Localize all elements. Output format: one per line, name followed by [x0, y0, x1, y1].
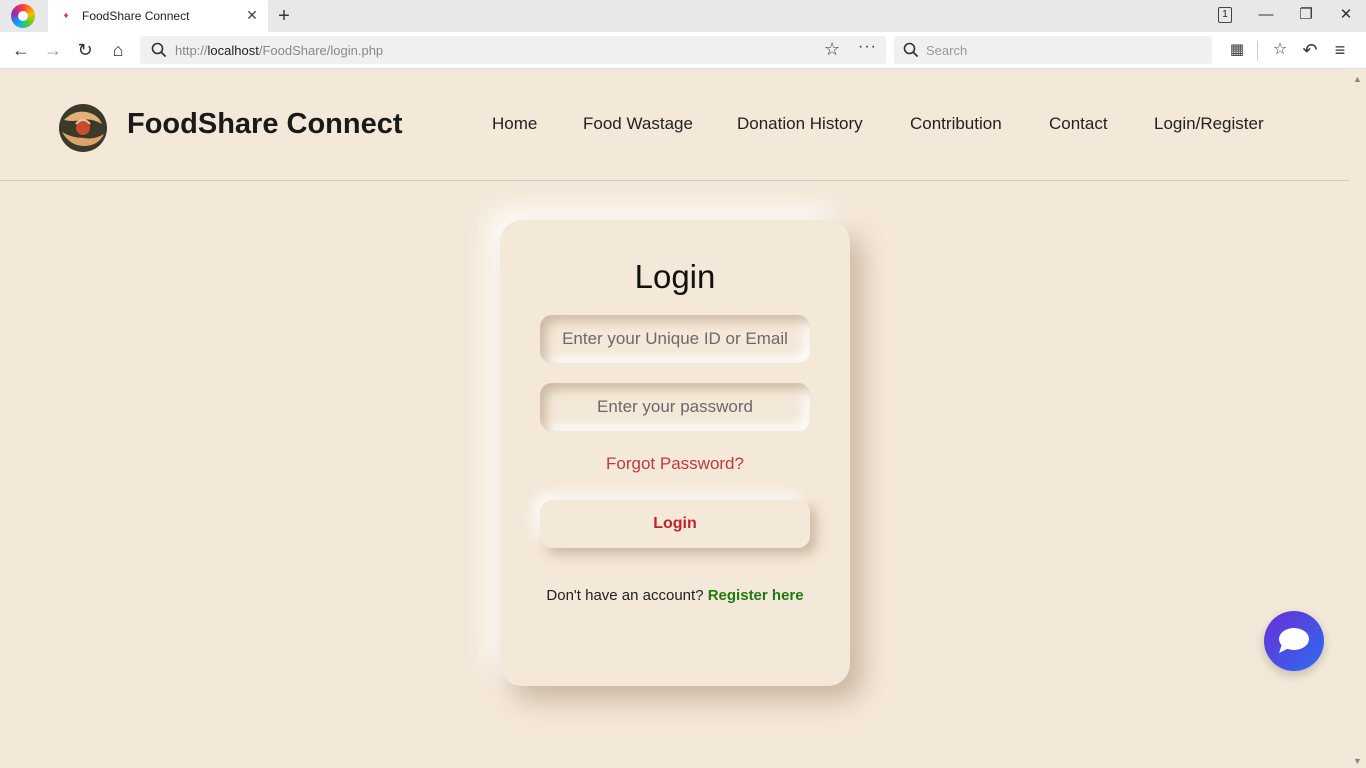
- page-content: FoodShare Connect Home Food Wastage Dona…: [0, 70, 1349, 768]
- more-options-icon[interactable]: ···: [858, 38, 877, 56]
- home-icon[interactable]: ⌂: [106, 38, 130, 62]
- password-input[interactable]: [540, 383, 810, 431]
- nav-login-register[interactable]: Login/Register: [1154, 114, 1264, 134]
- login-title: Login: [634, 258, 716, 295]
- search-icon: [903, 42, 919, 58]
- browser-navbar: ← → ↻ ⌂ http://localhost/FoodShare/login…: [0, 32, 1366, 69]
- url-text[interactable]: http://localhost/FoodShare/login.php: [175, 43, 383, 58]
- restore-icon[interactable]: ❐: [1294, 4, 1318, 26]
- chat-button[interactable]: [1264, 611, 1324, 671]
- undo-icon[interactable]: ↶: [1298, 38, 1322, 62]
- nav-food-wastage[interactable]: Food Wastage: [583, 114, 693, 134]
- register-link[interactable]: Register here: [708, 587, 804, 604]
- bookmark-star-icon[interactable]: ☆: [824, 39, 840, 60]
- back-icon[interactable]: ←: [9, 38, 33, 62]
- menu-icon[interactable]: ≡: [1328, 38, 1352, 62]
- login-card: Login Forgot Password? Login Don't have …: [500, 220, 850, 686]
- browser-search-bar[interactable]: Search: [894, 36, 1212, 64]
- chat-bubble-icon: [1279, 628, 1309, 653]
- tab-favicon-icon: ♦: [63, 10, 69, 20]
- tab-count-badge[interactable]: 1: [1218, 7, 1232, 23]
- nav-contact[interactable]: Contact: [1049, 114, 1108, 134]
- reload-icon[interactable]: ↻: [73, 38, 97, 62]
- close-window-icon[interactable]: ✕: [1334, 4, 1358, 26]
- browser-logo-icon[interactable]: [11, 4, 35, 28]
- address-bar[interactable]: http://localhost/FoodShare/login.php ☆ ·…: [140, 36, 886, 64]
- register-line: Don't have an account? Register here: [500, 587, 850, 604]
- forgot-password-link[interactable]: Forgot Password?: [500, 454, 850, 474]
- favorites-icon[interactable]: ☆: [1268, 38, 1292, 62]
- minimize-icon[interactable]: —: [1254, 4, 1278, 26]
- browser-tab[interactable]: ♦ FoodShare Connect ✕: [48, 0, 268, 32]
- search-icon: [151, 42, 167, 58]
- no-account-text: Don't have an account?: [546, 587, 704, 604]
- nav-contribution[interactable]: Contribution: [910, 114, 1002, 134]
- forward-icon[interactable]: →: [41, 38, 65, 62]
- tab-close-icon[interactable]: ✕: [244, 7, 260, 23]
- tab-title: FoodShare Connect: [82, 9, 190, 23]
- scroll-up-icon[interactable]: ▲: [1353, 74, 1362, 84]
- page-scrollbar[interactable]: ▲ ▼: [1349, 70, 1366, 768]
- new-tab-icon[interactable]: +: [274, 5, 294, 27]
- apps-grid-icon[interactable]: ▦: [1225, 38, 1249, 62]
- hands-food-logo-icon[interactable]: [54, 102, 112, 154]
- browser-tabbar: ♦ FoodShare Connect ✕ + 1 — ❐ ✕: [0, 0, 1366, 32]
- scroll-down-icon[interactable]: ▼: [1353, 756, 1362, 766]
- nav-donation-history[interactable]: Donation History: [737, 114, 863, 134]
- brand-title[interactable]: FoodShare Connect: [127, 108, 403, 141]
- site-header: FoodShare Connect Home Food Wastage Dona…: [0, 70, 1349, 181]
- id-email-input[interactable]: [540, 315, 810, 363]
- toolbar-separator: [1257, 41, 1258, 61]
- search-placeholder: Search: [926, 43, 968, 58]
- login-button[interactable]: Login: [540, 500, 810, 548]
- nav-home[interactable]: Home: [492, 114, 537, 134]
